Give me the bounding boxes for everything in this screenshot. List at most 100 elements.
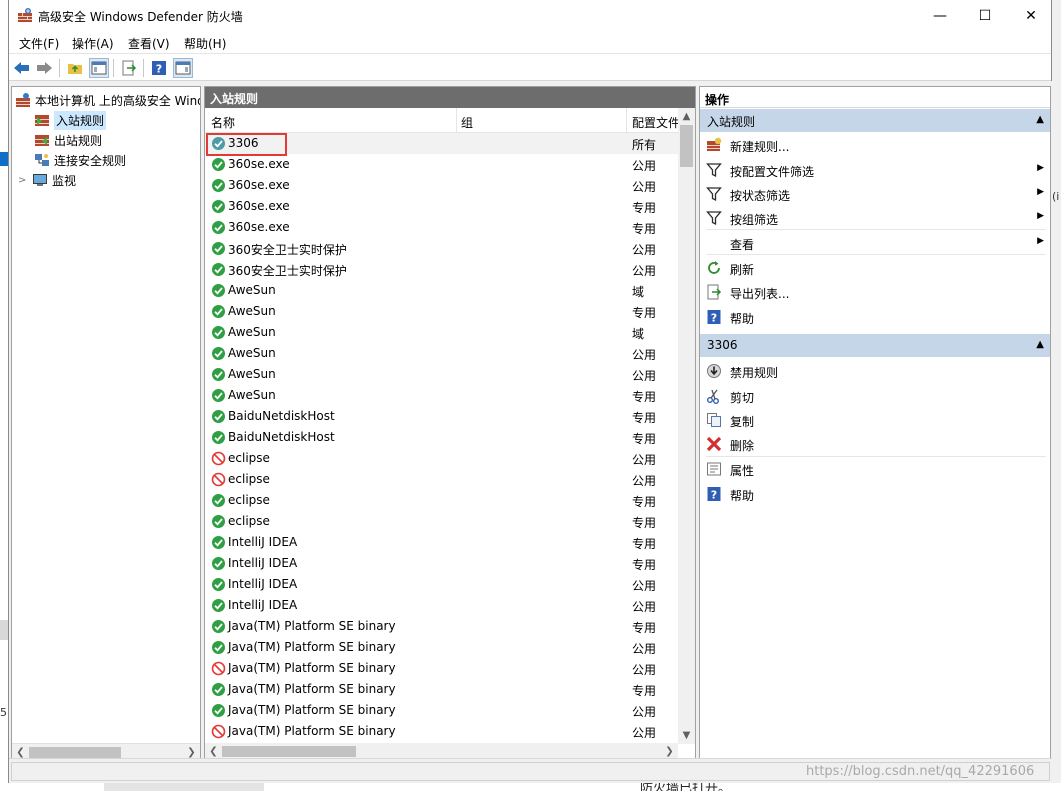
column-header-name[interactable]: 名称 — [211, 114, 235, 131]
rule-profile: 专用 — [632, 201, 657, 215]
enabled-rule-icon — [211, 619, 226, 634]
rule-row[interactable]: Java(TM) Platform SE binary 公用 — [205, 721, 678, 742]
actions-section-inbound-rules[interactable]: 入站规则 ▲ — [700, 109, 1050, 132]
action-section1-7[interactable]: ? 帮助 — [700, 306, 1050, 328]
rule-row[interactable]: AweSun 域 — [205, 322, 678, 343]
rule-row[interactable]: 360se.exe 专用 — [205, 217, 678, 238]
rule-profile: 公用 — [632, 663, 657, 677]
rule-row[interactable]: AweSun 专用 — [205, 385, 678, 406]
action-section1-2[interactable]: 按状态筛选 ▶ — [700, 183, 1050, 205]
action-section2-2[interactable]: 复制 — [700, 409, 1050, 431]
rule-name: Java(TM) Platform SE binary — [228, 724, 396, 738]
connection-security-icon — [35, 154, 49, 166]
menu-file[interactable]: 文件(F) — [19, 35, 59, 52]
menu-action[interactable]: 操作(A) — [72, 35, 114, 52]
title-bar[interactable]: 高级安全 Windows Defender 防火墙 — ☐ ✕ — [9, 0, 1051, 31]
action-section1-5[interactable]: 刷新 — [700, 257, 1050, 279]
rule-name: AweSun — [228, 283, 276, 297]
background-bottom-block — [104, 783, 264, 791]
rule-row[interactable]: 360安全卫士实时保护 公用 — [205, 259, 678, 280]
rule-row[interactable]: eclipse 专用 — [205, 511, 678, 532]
rule-profile: 公用 — [632, 726, 657, 740]
tree-expand-chevron-icon[interactable]: > — [18, 175, 32, 186]
action-section2-3[interactable]: 删除 — [700, 433, 1050, 455]
action-section1-1[interactable]: 按配置文件筛选 ▶ — [700, 159, 1050, 181]
rule-profile: 公用 — [632, 159, 657, 173]
collapse-up-icon[interactable]: ▲ — [1036, 339, 1044, 350]
tree-item-inbound-rules[interactable]: 入站规则 — [34, 110, 107, 130]
rule-row[interactable]: eclipse 专用 — [205, 490, 678, 511]
collapse-up-icon[interactable]: ▲ — [1036, 114, 1044, 125]
action-section1-4[interactable]: 查看 ▶ — [700, 232, 1050, 254]
export-button[interactable] — [119, 58, 139, 78]
action-section2-5[interactable]: ? 帮助 — [700, 483, 1050, 505]
rule-row[interactable]: 360安全卫士实时保护 公用 — [205, 238, 678, 259]
rules-hscroll-thumb[interactable] — [222, 746, 356, 757]
rule-row[interactable]: Java(TM) Platform SE binary 公用 — [205, 700, 678, 721]
forward-button[interactable] — [34, 58, 54, 78]
action-section1-0[interactable]: 新建规则... — [700, 134, 1050, 156]
back-button[interactable] — [12, 58, 32, 78]
rule-name: IntelliJ IDEA — [228, 556, 298, 570]
close-button[interactable]: ✕ — [1008, 0, 1054, 31]
rule-row[interactable]: eclipse 公用 — [205, 469, 678, 490]
action-section1-6[interactable]: 导出列表... — [700, 281, 1050, 303]
menu-view[interactable]: 查看(V) — [128, 35, 170, 52]
action-label: 属性 — [730, 464, 755, 478]
column-divider[interactable] — [456, 108, 457, 133]
scroll-down-icon[interactable]: ▼ — [678, 727, 695, 744]
tree-scroll-thumb[interactable] — [29, 747, 121, 758]
maximize-button[interactable]: ☐ — [962, 0, 1008, 31]
show-hide-action-pane-button[interactable] — [173, 58, 193, 78]
tree-item-monitoring[interactable]: > 监视 — [18, 170, 76, 190]
rule-row[interactable]: AweSun 域 — [205, 280, 678, 301]
rule-row[interactable]: Java(TM) Platform SE binary 公用 — [205, 658, 678, 679]
maximize-icon: ☐ — [978, 7, 992, 24]
rule-row[interactable]: Java(TM) Platform SE binary 专用 — [205, 616, 678, 637]
rule-row[interactable]: BaiduNetdiskHost 专用 — [205, 406, 678, 427]
column-header-profile[interactable]: 配置文件 — [632, 114, 678, 131]
column-header-group[interactable]: 组 — [461, 114, 473, 131]
up-folder-button[interactable] — [65, 58, 85, 78]
enabled-rule-icon — [211, 703, 226, 718]
rule-row[interactable]: IntelliJ IDEA 专用 — [205, 553, 678, 574]
rule-row[interactable]: eclipse 公用 — [205, 448, 678, 469]
show-hide-tree-button[interactable] — [89, 58, 109, 78]
minimize-button[interactable]: — — [917, 0, 963, 31]
rule-row[interactable]: 360se.exe 公用 — [205, 154, 678, 175]
rule-name: eclipse — [228, 451, 270, 465]
rule-row-selected[interactable]: 3306 所有 — [205, 133, 678, 156]
menu-help[interactable]: 帮助(H) — [184, 35, 226, 52]
rule-name: Java(TM) Platform SE binary — [228, 682, 396, 696]
rule-profile: 域 — [632, 327, 645, 341]
action-section2-0[interactable]: 禁用规则 — [700, 360, 1050, 382]
column-divider[interactable] — [626, 108, 627, 133]
rule-row[interactable]: AweSun 公用 — [205, 364, 678, 385]
enabled-rule-icon — [211, 304, 226, 319]
rule-profile: 专用 — [632, 390, 657, 404]
action-section2-1[interactable]: 剪切 — [700, 385, 1050, 407]
tree-item-outbound-rules[interactable]: 出站规则 — [34, 130, 102, 150]
rule-row[interactable]: AweSun 专用 — [205, 301, 678, 322]
help-toolbar-button[interactable]: ? — [149, 58, 169, 78]
tree-item-connection-security-rules[interactable]: 连接安全规则 — [34, 150, 126, 170]
rule-row[interactable]: Java(TM) Platform SE binary 专用 — [205, 679, 678, 700]
folder-up-icon — [68, 64, 82, 74]
action-section1-3[interactable]: 按组筛选 ▶ — [700, 207, 1050, 229]
rule-row[interactable]: Java(TM) Platform SE binary 公用 — [205, 637, 678, 658]
tree-root[interactable]: 本地计算机 上的高级安全 Windows Defender 防火墙 — [15, 90, 200, 110]
action-section2-4[interactable]: 属性 — [700, 458, 1050, 480]
rule-row[interactable]: 360se.exe 专用 — [205, 196, 678, 217]
actions-section-selected-rule[interactable]: 3306 ▲ — [700, 334, 1050, 357]
rule-row[interactable]: 360se.exe 公用 — [205, 175, 678, 196]
enabled-rule-icon — [211, 556, 226, 571]
rules-vertical-scrollbar[interactable]: ▲ ▼ — [678, 108, 695, 744]
rule-row[interactable]: IntelliJ IDEA 专用 — [205, 532, 678, 553]
rule-row[interactable]: AweSun 公用 — [205, 343, 678, 364]
rules-vscroll-thumb[interactable] — [680, 125, 693, 167]
scroll-up-icon[interactable]: ▲ — [678, 108, 695, 125]
filter-icon — [706, 210, 722, 226]
rule-row[interactable]: BaiduNetdiskHost 专用 — [205, 427, 678, 448]
rule-row[interactable]: IntelliJ IDEA 公用 — [205, 595, 678, 616]
rule-row[interactable]: IntelliJ IDEA 公用 — [205, 574, 678, 595]
